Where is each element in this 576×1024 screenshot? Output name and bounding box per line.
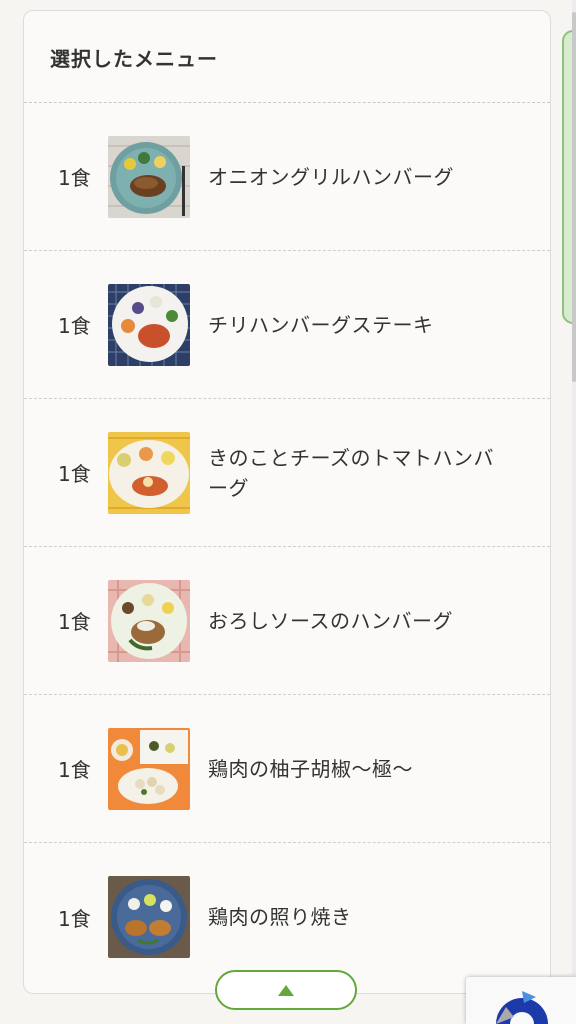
card-title: 選択したメニュー [50, 47, 218, 71]
item-name: きのことチーズのトマトハンバーグ [208, 445, 494, 500]
item-photo [108, 283, 190, 366]
menu-item: 1食 チリハンバーグステーキ [24, 251, 550, 399]
item-name: 鶏肉の照り焼き [208, 905, 352, 929]
item-quantity: 1食 [58, 610, 91, 634]
menu-item: 1食 鶏肉の柚子胡椒～極～ [24, 695, 550, 843]
card-header: 選択したメニュー [24, 11, 550, 103]
recaptcha-badge[interactable] [466, 977, 576, 1024]
menu-item: 1食 きのことチーズのトマトハンバーグ [24, 399, 550, 547]
item-photo [108, 876, 190, 958]
recaptcha-icon [496, 991, 548, 1024]
menu-item: 1食 鶏肉の照り焼き [24, 843, 550, 991]
item-name: オニオングリルハンバーグ [208, 164, 454, 189]
menu-item: 1食 おろしソースのハンバーグ [24, 547, 550, 695]
item-name: チリハンバーグステーキ [208, 312, 434, 337]
triangle-up-icon [278, 984, 294, 996]
item-photo [108, 727, 190, 810]
item-quantity: 1食 [58, 462, 91, 486]
selected-menu-card: 選択したメニュー 1食 オニオングリルハンバーグ 1食 チリハンバーグステーキ … [23, 10, 551, 994]
item-name: おろしソースのハンバーグ [208, 608, 453, 633]
scrollbar-thumb[interactable] [572, 12, 576, 382]
item-photo [108, 579, 190, 662]
scrollbar-track[interactable] [572, 0, 576, 1024]
item-quantity: 1食 [58, 166, 91, 190]
item-photo [108, 135, 190, 218]
item-name: 鶏肉の柚子胡椒～極～ [208, 756, 413, 781]
item-quantity: 1食 [58, 906, 91, 931]
scroll-to-top-button[interactable] [215, 970, 357, 1010]
item-photo [108, 431, 190, 514]
menu-item: 1食 オニオングリルハンバーグ [24, 103, 550, 251]
item-quantity: 1食 [58, 314, 91, 338]
item-quantity: 1食 [58, 758, 91, 782]
